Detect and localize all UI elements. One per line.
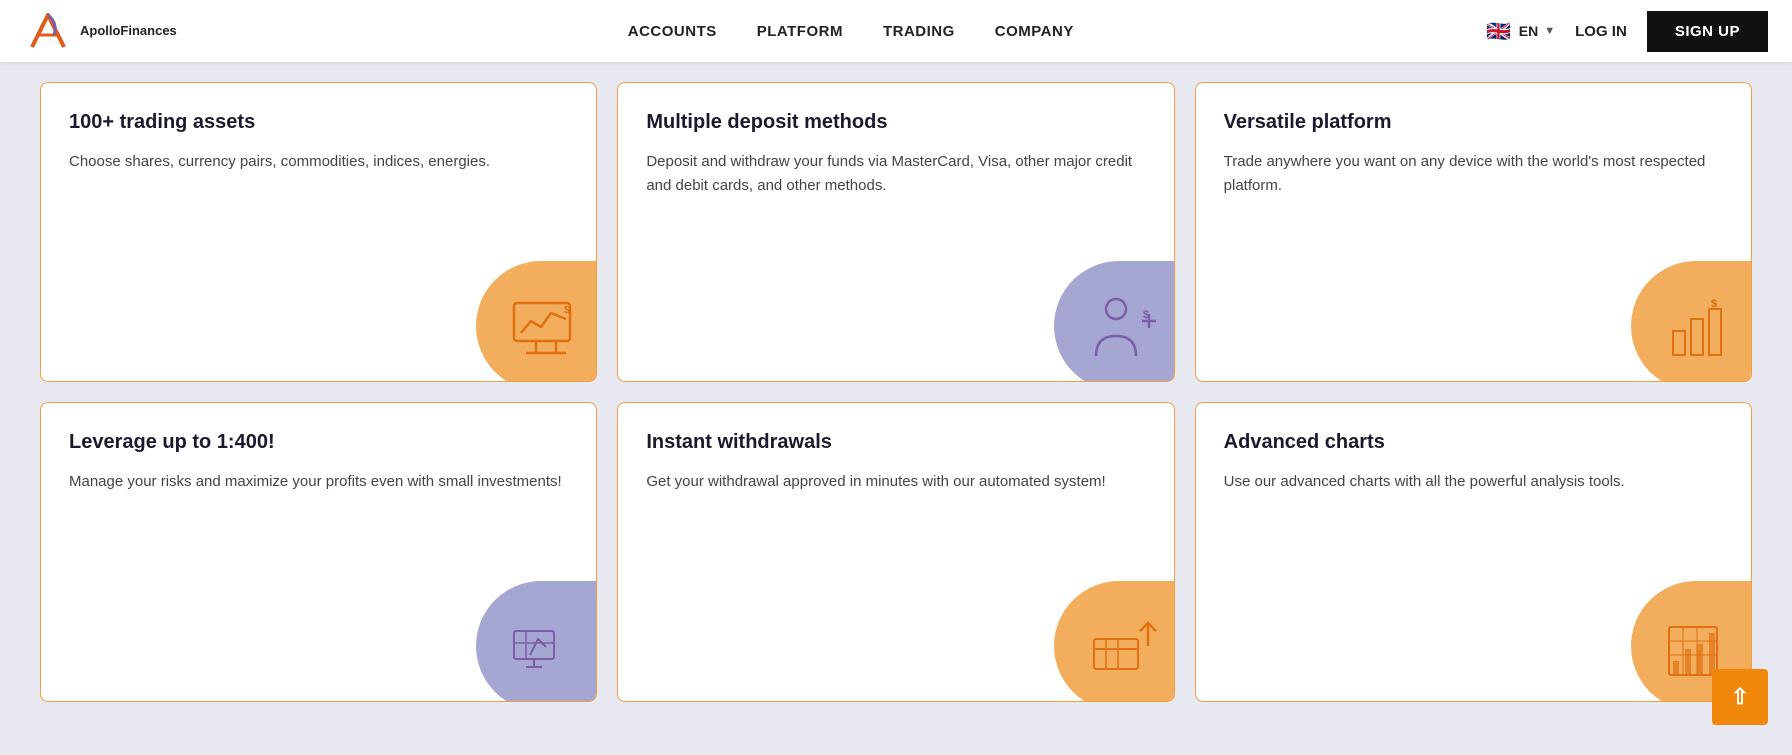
logo-text: ApolloFinances — [80, 24, 177, 38]
card-deposit-methods-desc: Deposit and withdraw your funds via Mast… — [646, 150, 1145, 198]
card-advanced-charts: Advanced charts Use our advanced charts … — [1195, 402, 1752, 702]
navbar: ApolloFinances ACCOUNTS PLATFORM TRADING… — [0, 0, 1792, 62]
card-withdrawals: Instant withdrawals Get your withdrawal … — [617, 402, 1174, 702]
card-trading-assets: 100+ trading assets Choose shares, curre… — [40, 82, 597, 382]
card-withdrawals-desc: Get your withdrawal approved in minutes … — [646, 470, 1145, 494]
card-withdrawals-title: Instant withdrawals — [646, 431, 1145, 454]
card-trading-assets-desc: Choose shares, currency pairs, commoditi… — [69, 150, 568, 174]
withdrawal-icon — [1084, 611, 1164, 691]
login-button[interactable]: LOG IN — [1575, 23, 1627, 40]
card-deposit-methods-title: Multiple deposit methods — [646, 111, 1145, 134]
businessman-money-icon: $ — [1084, 291, 1164, 371]
logo[interactable]: ApolloFinances — [24, 7, 177, 55]
cards-row-1: 100+ trading assets Choose shares, curre… — [40, 82, 1752, 382]
navbar-right: 🇬🇧 EN ▼ LOG IN SIGN UP — [1485, 11, 1768, 52]
card-deposit-methods: Multiple deposit methods Deposit and wit… — [617, 82, 1174, 382]
card-versatile-platform-title: Versatile platform — [1224, 111, 1723, 134]
signup-button[interactable]: SIGN UP — [1647, 11, 1768, 52]
svg-text:$: $ — [1143, 309, 1149, 321]
language-selector[interactable]: 🇬🇧 EN ▼ — [1485, 17, 1555, 45]
main-content: 100+ trading assets Choose shares, curre… — [0, 0, 1792, 755]
svg-text:$: $ — [1711, 298, 1717, 310]
card-advanced-charts-title: Advanced charts — [1224, 431, 1723, 454]
cards-section: 100+ trading assets Choose shares, curre… — [0, 62, 1792, 722]
nav-link-trading[interactable]: TRADING — [883, 23, 955, 40]
back-to-top-arrow-icon: ⇧ — [1731, 684, 1749, 710]
card-leverage-title: Leverage up to 1:400! — [69, 431, 568, 454]
cards-row-2: Leverage up to 1:400! Manage your risks … — [40, 402, 1752, 702]
navbar-links: ACCOUNTS PLATFORM TRADING COMPANY — [217, 23, 1485, 40]
card-versatile-platform: Versatile platform Trade anywhere you wa… — [1195, 82, 1752, 382]
nav-link-platform[interactable]: PLATFORM — [757, 23, 843, 40]
back-to-top-button[interactable]: ⇧ — [1712, 669, 1768, 725]
leverage-chart-icon — [506, 611, 586, 691]
nav-link-company[interactable]: COMPANY — [995, 23, 1074, 40]
card-versatile-platform-desc: Trade anywhere you want on any device wi… — [1224, 150, 1723, 198]
nav-link-accounts[interactable]: ACCOUNTS — [628, 23, 717, 40]
chart-monitor-icon: $ — [506, 291, 586, 371]
flag-icon: 🇬🇧 — [1485, 17, 1513, 45]
card-leverage: Leverage up to 1:400! Manage your risks … — [40, 402, 597, 702]
card-trading-assets-title: 100+ trading assets — [69, 111, 568, 134]
card-advanced-charts-desc: Use our advanced charts with all the pow… — [1224, 470, 1723, 494]
svg-text:$: $ — [564, 305, 570, 316]
card-leverage-desc: Manage your risks and maximize your prof… — [69, 470, 568, 494]
lang-code: EN — [1519, 23, 1538, 39]
bar-chart-dollar-icon: $ — [1661, 291, 1741, 371]
lang-chevron-icon: ▼ — [1544, 25, 1555, 37]
